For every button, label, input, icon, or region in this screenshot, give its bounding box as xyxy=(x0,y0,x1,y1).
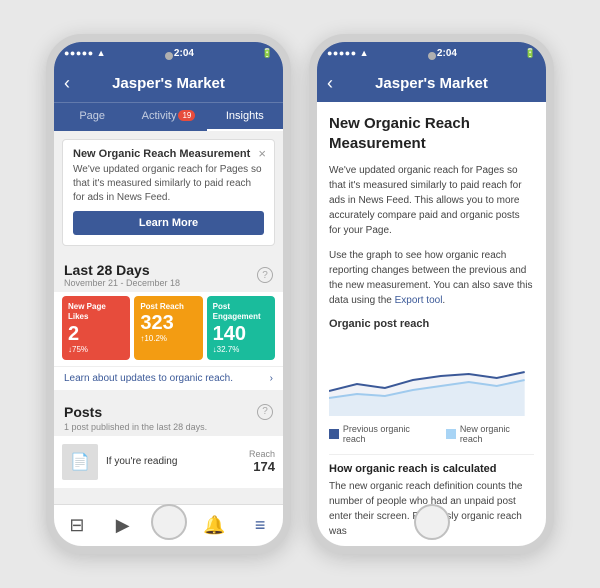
bottom-icon-menu[interactable]: ≡ xyxy=(237,515,283,536)
legend-dot-previous xyxy=(329,429,339,439)
phone-2: ●●●●● ▲ 2:04 🔋 ‹ Jasper's Market New Org… xyxy=(309,34,554,554)
post-reach-value: 174 xyxy=(249,459,275,474)
back-button-2[interactable]: ‹ xyxy=(327,73,333,94)
stats-title: Last 28 Days xyxy=(64,262,180,278)
footer-title: How organic reach is calculated xyxy=(329,463,534,475)
article-body-2-end: . xyxy=(442,295,445,306)
article-title: New Organic Reach Measurement xyxy=(329,114,534,153)
stat-change-likes: ↓75% xyxy=(68,345,124,354)
legend-label-previous: Previous organic reach xyxy=(343,424,434,444)
help-icon-stats[interactable]: ? xyxy=(257,267,273,283)
chart-label: Organic post reach xyxy=(329,318,534,330)
tab-activity-label: Activity xyxy=(142,110,177,122)
status-bar-2: ●●●●● ▲ 2:04 🔋 xyxy=(317,42,546,64)
home-button-2[interactable] xyxy=(414,504,450,540)
legend-new: New organic reach xyxy=(446,424,534,444)
home-button-1[interactable] xyxy=(151,504,187,540)
notification-box: New Organic Reach Measurement We've upda… xyxy=(62,139,275,246)
post-thumbnail: 📄 xyxy=(62,444,98,480)
tab-page[interactable]: Page xyxy=(54,103,130,131)
posts-section: Posts ? 1 post published in the last 28 … xyxy=(54,396,283,488)
legend-dot-new xyxy=(446,429,456,439)
learn-more-button[interactable]: Learn More xyxy=(73,211,264,235)
post-text: If you're reading xyxy=(106,456,241,467)
signal-status-2: ●●●●● ▲ xyxy=(327,48,369,58)
back-button-1[interactable]: ‹ xyxy=(64,73,70,94)
time-2: 2:04 xyxy=(437,48,457,59)
chevron-right-icon: › xyxy=(270,373,273,384)
phone-1: ●●●●● ▲ 2:04 🔋 ‹ Jasper's Market Page Ac… xyxy=(46,34,291,554)
stat-value-reach: 323 xyxy=(140,312,196,334)
article-content: New Organic Reach Measurement We've upda… xyxy=(317,102,546,546)
bottom-icon-bell[interactable]: 🔔 xyxy=(191,515,237,536)
battery-1: 🔋 xyxy=(262,48,273,59)
stat-cards: New Page Likes 2 ↓75% Post Reach 323 ↑10… xyxy=(54,292,283,366)
close-icon[interactable]: × xyxy=(258,146,266,161)
status-bar-1: ●●●●● ▲ 2:04 🔋 xyxy=(54,42,283,64)
posts-title: Posts xyxy=(64,404,102,420)
posts-header: Posts ? xyxy=(54,396,283,422)
posts-content: 📄 If you're reading Reach 174 xyxy=(54,436,283,488)
article-body-1: We've updated organic reach for Pages so… xyxy=(329,163,534,238)
phone-1-content: New Organic Reach Measurement We've upda… xyxy=(54,131,283,504)
notification-title: New Organic Reach Measurement xyxy=(73,148,264,160)
scene: ●●●●● ▲ 2:04 🔋 ‹ Jasper's Market Page Ac… xyxy=(46,34,554,554)
nav-bar-2: ‹ Jasper's Market xyxy=(317,64,546,102)
stat-value-likes: 2 xyxy=(68,323,124,345)
legend-label-new: New organic reach xyxy=(460,424,534,444)
export-tool-link[interactable]: Export tool xyxy=(395,295,443,306)
stats-section: Last 28 Days November 21 - December 18 ?… xyxy=(54,254,283,390)
tab-activity[interactable]: Activity19 xyxy=(130,103,206,131)
help-icon-posts[interactable]: ? xyxy=(257,404,273,420)
bottom-icon-play[interactable]: ▶ xyxy=(100,515,146,536)
notification-text: We've updated organic reach for Pages so… xyxy=(73,163,264,205)
stat-value-engagement: 140 xyxy=(213,323,269,345)
stat-card-likes: New Page Likes 2 ↓75% xyxy=(62,296,130,360)
chart-legend: Previous organic reach New organic reach xyxy=(329,424,534,444)
legend-previous: Previous organic reach xyxy=(329,424,434,444)
stat-card-reach: Post Reach 323 ↑10.2% xyxy=(134,296,202,360)
stat-label-likes: New Page Likes xyxy=(68,302,124,323)
organic-reach-chart xyxy=(329,336,534,416)
post-row: 📄 If you're reading Reach 174 xyxy=(62,440,275,484)
post-reach-label: Reach xyxy=(249,449,275,459)
posts-subtitle: 1 post published in the last 28 days. xyxy=(54,422,283,436)
nav-title-2: Jasper's Market xyxy=(375,75,488,92)
signal-status-1: ●●●●● ▲ xyxy=(64,48,106,58)
stat-label-reach: Post Reach xyxy=(140,302,196,312)
stat-change-reach: ↑10.2% xyxy=(140,334,196,343)
stat-change-engagement: ↓32.7% xyxy=(213,345,269,354)
organic-link-text: Learn about updates to organic reach. xyxy=(64,373,233,384)
tab-insights[interactable]: Insights xyxy=(207,103,283,131)
article-body-2: Use the graph to see how organic reach r… xyxy=(329,248,534,308)
bottom-icon-grid[interactable]: ⊟ xyxy=(54,515,100,536)
organic-link[interactable]: Learn about updates to organic reach. › xyxy=(54,366,283,390)
battery-2: 🔋 xyxy=(525,48,536,59)
chart-area xyxy=(329,336,534,416)
stats-header: Last 28 Days November 21 - December 18 ? xyxy=(54,254,283,292)
stat-card-engagement: Post Engagement 140 ↓32.7% xyxy=(207,296,275,360)
stats-date: November 21 - December 18 xyxy=(64,278,180,288)
nav-title-1: Jasper's Market xyxy=(112,75,225,92)
tab-bar-1: Page Activity19 Insights xyxy=(54,102,283,131)
time-1: 2:04 xyxy=(174,48,194,59)
nav-bar-1: ‹ Jasper's Market xyxy=(54,64,283,102)
post-reach: Reach 174 xyxy=(249,449,275,474)
stat-label-engagement: Post Engagement xyxy=(213,302,269,323)
activity-badge: 19 xyxy=(178,110,195,121)
